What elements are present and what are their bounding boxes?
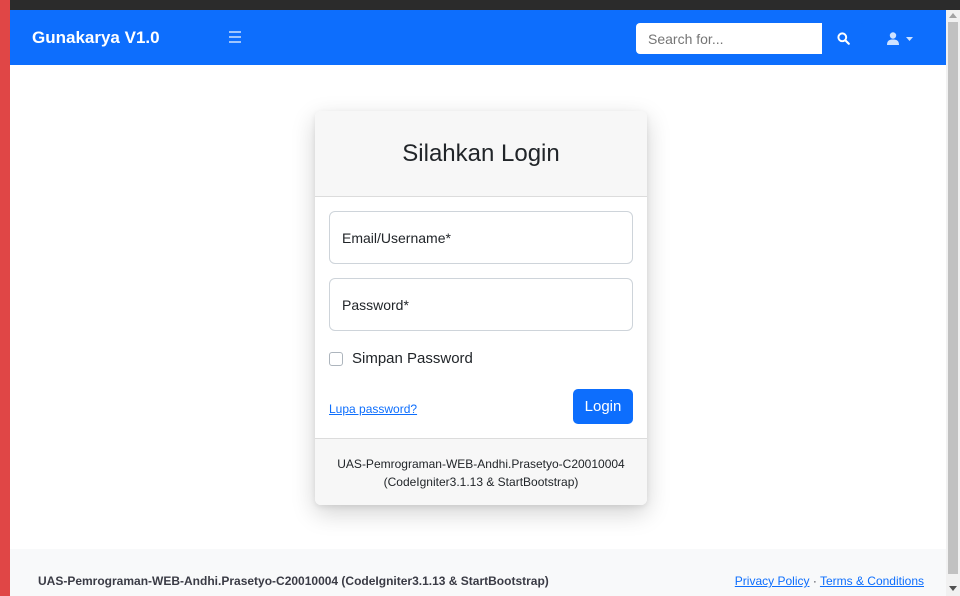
login-card: Silahkan Login Email/Username* Password*… [315, 111, 647, 505]
footer-links: Privacy Policy · Terms & Conditions [735, 574, 924, 588]
window-top-edge [0, 0, 960, 10]
login-button[interactable]: Login [573, 389, 633, 424]
left-accent-bar [0, 0, 10, 596]
remember-label[interactable]: Simpan Password [352, 350, 473, 367]
copyright-text: UAS-Pemrograman-WEB-Andhi.Prasetyo-C2001… [38, 574, 549, 588]
brand-title[interactable]: Gunakarya V1.0 [32, 10, 160, 65]
user-icon [887, 32, 899, 45]
vertical-scrollbar[interactable] [946, 10, 960, 596]
footer-separator: · [812, 574, 817, 588]
card-footer: UAS-Pemrograman-WEB-Andhi.Prasetyo-C2001… [315, 438, 647, 505]
scroll-up-arrow-icon[interactable] [949, 13, 957, 18]
email-placeholder: Email/Username* [342, 229, 451, 246]
privacy-policy-link[interactable]: Privacy Policy [735, 574, 810, 588]
page-footer: UAS-Pemrograman-WEB-Andhi.Prasetyo-C2001… [10, 549, 946, 596]
caret-down-icon [906, 36, 913, 41]
remember-checkbox[interactable] [329, 351, 343, 366]
search-button[interactable] [822, 23, 864, 54]
password-placeholder: Password* [342, 296, 409, 313]
forgot-password-link[interactable]: Lupa password? [329, 402, 417, 416]
card-footer-line1: UAS-Pemrograman-WEB-Andhi.Prasetyo-C2001… [337, 456, 625, 471]
remember-row: Simpan Password [329, 350, 473, 367]
scroll-down-arrow-icon[interactable] [949, 586, 957, 591]
email-field[interactable]: Email/Username* [329, 211, 633, 264]
search-input[interactable] [636, 23, 822, 54]
search-icon [836, 32, 850, 45]
login-title: Silahkan Login [315, 111, 647, 197]
menu-icon[interactable] [229, 29, 241, 45]
password-field[interactable]: Password* [329, 278, 633, 331]
user-dropdown[interactable] [880, 23, 920, 54]
terms-link[interactable]: Terms & Conditions [820, 574, 924, 588]
main-content: Silahkan Login Email/Username* Password*… [10, 65, 946, 549]
scroll-thumb[interactable] [948, 22, 958, 574]
card-footer-line2: (CodeIgniter3.1.13 & StartBootstrap) [383, 474, 579, 489]
top-navbar: Gunakarya V1.0 [10, 10, 946, 65]
